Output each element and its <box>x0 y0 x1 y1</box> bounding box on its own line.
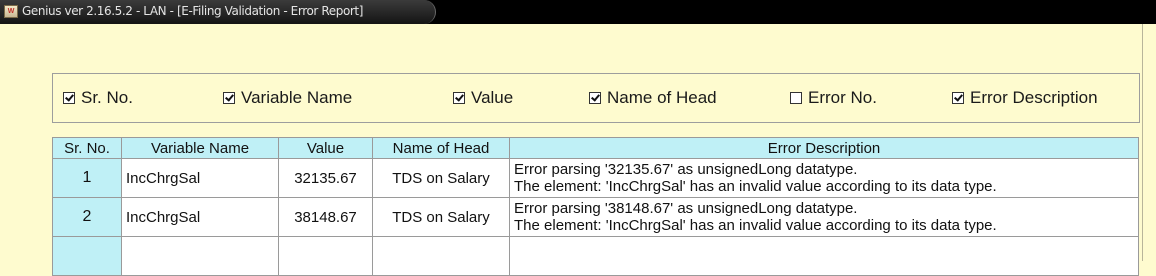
row-number[interactable]: 1 <box>52 158 122 198</box>
column-header-value[interactable]: Value <box>278 137 373 159</box>
option-error-description[interactable]: Error Description <box>952 88 1098 108</box>
row-number[interactable]: 2 <box>52 197 122 237</box>
error-report-table: Sr. No. Variable Name Value Name of Head… <box>52 137 1139 276</box>
cell-variable-name[interactable]: IncChrgSal <box>121 158 279 198</box>
option-error-description-label: Error Description <box>970 88 1098 107</box>
error-description-line2: The element: 'IncChrgSal' has an invalid… <box>514 217 997 234</box>
option-sr-no-label: Sr. No. <box>81 88 133 107</box>
option-value-label: Value <box>471 88 514 107</box>
column-header-name-of-head[interactable]: Name of Head <box>372 137 510 159</box>
cell-value[interactable]: 38148.67 <box>278 197 373 237</box>
checkbox-value[interactable] <box>453 92 465 104</box>
option-variable-name-label: Variable Name <box>241 88 353 107</box>
cell-variable-name[interactable] <box>121 236 279 276</box>
cell-name-of-head[interactable]: TDS on Salary <box>372 197 510 237</box>
table-row[interactable]: 1 IncChrgSal 32135.67 TDS on Salary Erro… <box>52 158 1139 198</box>
cell-variable-name[interactable]: IncChrgSal <box>121 197 279 237</box>
table-row[interactable]: 2 IncChrgSal 38148.67 TDS on Salary Erro… <box>52 197 1139 237</box>
app-icon[interactable]: W <box>4 5 18 18</box>
cell-error-description[interactable] <box>509 236 1139 276</box>
window-title: Genius ver 2.16.5.2 - LAN - [E-Filing Va… <box>22 4 364 18</box>
option-name-of-head-label: Name of Head <box>607 88 717 107</box>
splitter[interactable] <box>1142 24 1143 261</box>
title-tab[interactable]: W Genius ver 2.16.5.2 - LAN - [E-Filing … <box>0 0 436 24</box>
table-header-row: Sr. No. Variable Name Value Name of Head… <box>52 137 1139 159</box>
cell-value[interactable] <box>278 236 373 276</box>
cell-name-of-head[interactable] <box>372 236 510 276</box>
option-error-no[interactable]: Error No. <box>790 88 877 108</box>
column-header-sr-no[interactable]: Sr. No. <box>52 137 122 159</box>
table-row[interactable] <box>52 236 1139 276</box>
column-options-panel: Sr. No. Variable Name Value Name of Head… <box>52 73 1140 123</box>
option-error-no-label: Error No. <box>808 88 877 107</box>
error-description-line2: The element: 'IncChrgSal' has an invalid… <box>514 178 997 195</box>
option-value[interactable]: Value <box>453 88 513 108</box>
cell-error-description[interactable]: Error parsing '38148.67' as unsignedLong… <box>509 197 1139 237</box>
title-bar: W Genius ver 2.16.5.2 - LAN - [E-Filing … <box>0 0 1156 24</box>
checkbox-sr-no[interactable] <box>63 92 75 104</box>
column-header-error-description[interactable]: Error Description <box>509 137 1139 159</box>
checkbox-name-of-head[interactable] <box>589 92 601 104</box>
column-header-variable-name[interactable]: Variable Name <box>121 137 279 159</box>
cell-error-description[interactable]: Error parsing '32135.67' as unsignedLong… <box>509 158 1139 198</box>
option-name-of-head[interactable]: Name of Head <box>589 88 717 108</box>
checkbox-error-description[interactable] <box>952 92 964 104</box>
cell-value[interactable]: 32135.67 <box>278 158 373 198</box>
option-sr-no[interactable]: Sr. No. <box>63 88 133 108</box>
row-number[interactable] <box>52 236 122 276</box>
error-description-line1: Error parsing '32135.67' as unsignedLong… <box>514 161 858 178</box>
cell-name-of-head[interactable]: TDS on Salary <box>372 158 510 198</box>
error-description-line1: Error parsing '38148.67' as unsignedLong… <box>514 200 858 217</box>
checkbox-variable-name[interactable] <box>223 92 235 104</box>
option-variable-name[interactable]: Variable Name <box>223 88 352 108</box>
checkbox-error-no[interactable] <box>790 92 802 104</box>
